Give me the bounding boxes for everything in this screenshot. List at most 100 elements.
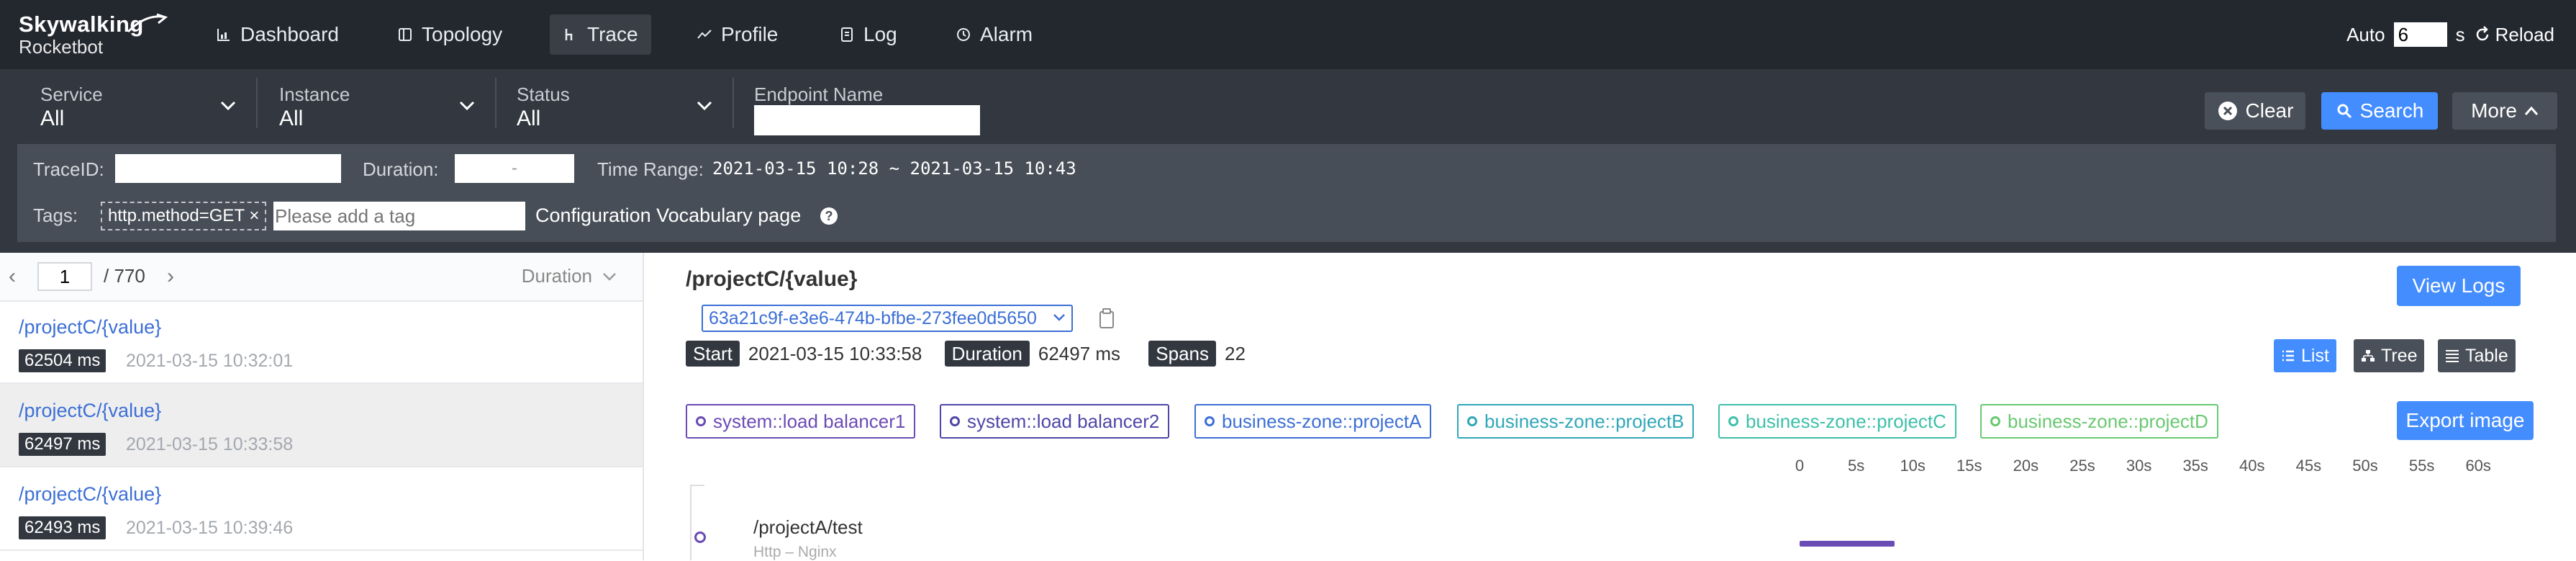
tag-remove-icon[interactable]: × [249,206,259,225]
more-button[interactable]: More [2452,92,2557,130]
auto-unit: s [2455,23,2465,45]
traceid-input[interactable] [115,154,341,183]
nav-alarm[interactable]: Alarm [943,14,1046,55]
service-select[interactable]: Service All [40,78,258,130]
trace-endpoint[interactable]: /projectC/{value} [19,316,161,338]
trace-timestamp: 2021-03-15 10:32:01 [126,351,294,371]
traceid-label: TraceID: [33,158,104,180]
service-chip[interactable]: system::load balancer1 [686,404,916,439]
service-chip-label: business-zone::projectB [1484,410,1684,432]
chevron-down-icon [1053,314,1065,321]
nav-dashboard-label: Dashboard [240,23,339,45]
tree-connector [690,485,704,486]
tree-label: Tree [2381,345,2418,366]
chevron-down-icon [697,101,712,111]
service-chip-label: business-zone::projectC [1746,410,1946,432]
auto-interval-input[interactable] [2393,22,2447,47]
axis-tick-label: 35s [2182,457,2208,475]
page-number-input[interactable] [37,262,92,291]
service-chip-label: business-zone::projectD [2008,410,2208,432]
trace-timestamp: 2021-03-15 10:39:46 [126,518,294,538]
export-image-button[interactable]: Export image [2397,401,2534,440]
axis-tick-label: 10s [1900,457,1926,475]
status-select[interactable]: Status All [517,78,734,130]
reload-button[interactable]: Reload [2474,24,2554,46]
service-chip-label: system::load balancer1 [713,410,906,432]
vocabulary-link[interactable]: Configuration Vocabulary page [535,205,801,227]
advanced-filter-panel: TraceID: Duration: - Time Range: 2021-03… [17,144,2556,242]
copy-icon[interactable] [1097,308,1116,329]
trace-list-item[interactable]: /projectC/{value} 62504 ms 2021-03-15 10… [0,300,643,384]
axis-tick-label: 50s [2352,457,2378,475]
time-range-label: Time Range: [597,158,704,180]
more-label: More [2471,99,2517,122]
clear-button[interactable]: Clear [2205,92,2305,130]
nav-profile[interactable]: Profile [684,14,791,55]
close-circle-icon [2218,102,2237,120]
service-chip[interactable]: business-zone::projectC [1718,404,1956,439]
nav-topology[interactable]: Topology [384,14,515,55]
duration-value: 62497 ms [1038,343,1121,364]
skywalking-logo[interactable]: Skywalking Rocketbot [19,12,168,62]
sort-label: Duration [521,265,592,287]
duration-label: Duration: [363,158,439,180]
endpoint-name-input[interactable] [754,105,980,135]
svg-text:?: ? [825,209,833,223]
help-icon[interactable]: ? [819,206,839,226]
auto-refresh: Auto s Reload [2346,19,2554,50]
trace-duration-badge: 62493 ms [19,516,106,539]
duration-range-input[interactable]: - [455,154,574,183]
time-range-value[interactable]: 2021-03-15 10:28 ~ 2021-03-15 10:43 [712,158,1076,179]
service-chip[interactable]: business-zone::projectA [1194,404,1432,439]
service-chip[interactable]: system::load balancer2 [940,404,1170,439]
search-button[interactable]: Search [2321,92,2438,130]
list-view-button[interactable]: List [2274,339,2336,372]
sort-select[interactable]: Duration [522,265,617,287]
trace-list-panel: ‹ / 770 › Duration /projectC/{value} 625… [0,253,644,560]
chevron-down-icon [220,101,236,111]
tree-view-button[interactable]: Tree [2354,339,2425,372]
trace-timestamp: 2021-03-15 10:33:58 [126,434,294,454]
view-logs-button[interactable]: View Logs [2397,266,2521,306]
trace-list-item-selected[interactable]: /projectC/{value} 62497 ms 2021-03-15 10… [0,384,643,467]
tag-chip[interactable]: http.method=GET × [101,202,267,230]
reload-icon [2476,26,2488,41]
axis-tick-label: 25s [2069,457,2095,475]
trace-list-item[interactable]: /projectC/{value} 62493 ms 2021-03-15 10… [0,467,643,551]
table-icon [2446,350,2459,362]
table-view-button[interactable]: Table [2438,339,2516,372]
view-logs-label: View Logs [2412,274,2505,297]
axis-tick-label: 5s [1847,457,1865,475]
service-dot-icon [1205,416,1215,426]
nav-trace[interactable]: Trace [550,14,651,55]
service-chip-label: business-zone::projectA [1222,410,1422,432]
list-icon [2282,350,2294,362]
span-node-icon[interactable] [694,531,706,543]
next-page-icon[interactable]: › [167,264,174,289]
log-icon [841,27,853,42]
prev-page-icon[interactable]: ‹ [9,264,16,289]
trace-filter-bar: Service All Instance All Status All Endp… [0,69,2576,253]
profile-icon [697,30,712,39]
nav-log[interactable]: Log [826,14,910,55]
trace-meta: Start 2021-03-15 10:33:58 Duration 62497 m… [686,341,1246,367]
service-chip[interactable]: business-zone::projectB [1457,404,1695,439]
trace-pager: ‹ / 770 › Duration [0,253,643,302]
export-label: Export image [2405,409,2525,431]
tags-label: Tags: [33,205,78,226]
instance-select[interactable]: Instance All [279,78,496,130]
trace-endpoint[interactable]: /projectC/{value} [19,400,161,422]
trace-endpoint[interactable]: /projectC/{value} [19,483,161,506]
trace-id-select[interactable]: 63a21c9f-e3e6-474b-bfbe-273fee0d5650 [702,305,1073,332]
search-icon [2337,104,2351,119]
trace-detail-title: /projectC/{value} [686,267,858,291]
service-chip[interactable]: business-zone::projectD [1980,404,2218,439]
trace-id-value: 63a21c9f-e3e6-474b-bfbe-273fee0d5650 [709,308,1037,328]
tag-chip-text: http.method=GET [108,206,245,225]
nav-trace-label: Trace [587,23,638,45]
nav-dashboard[interactable]: Dashboard [203,14,352,55]
chevron-up-icon [2524,106,2539,115]
trace-duration-badge: 62504 ms [19,349,106,372]
span-duration-bar[interactable] [1800,541,1895,547]
add-tag-input[interactable] [273,202,525,230]
